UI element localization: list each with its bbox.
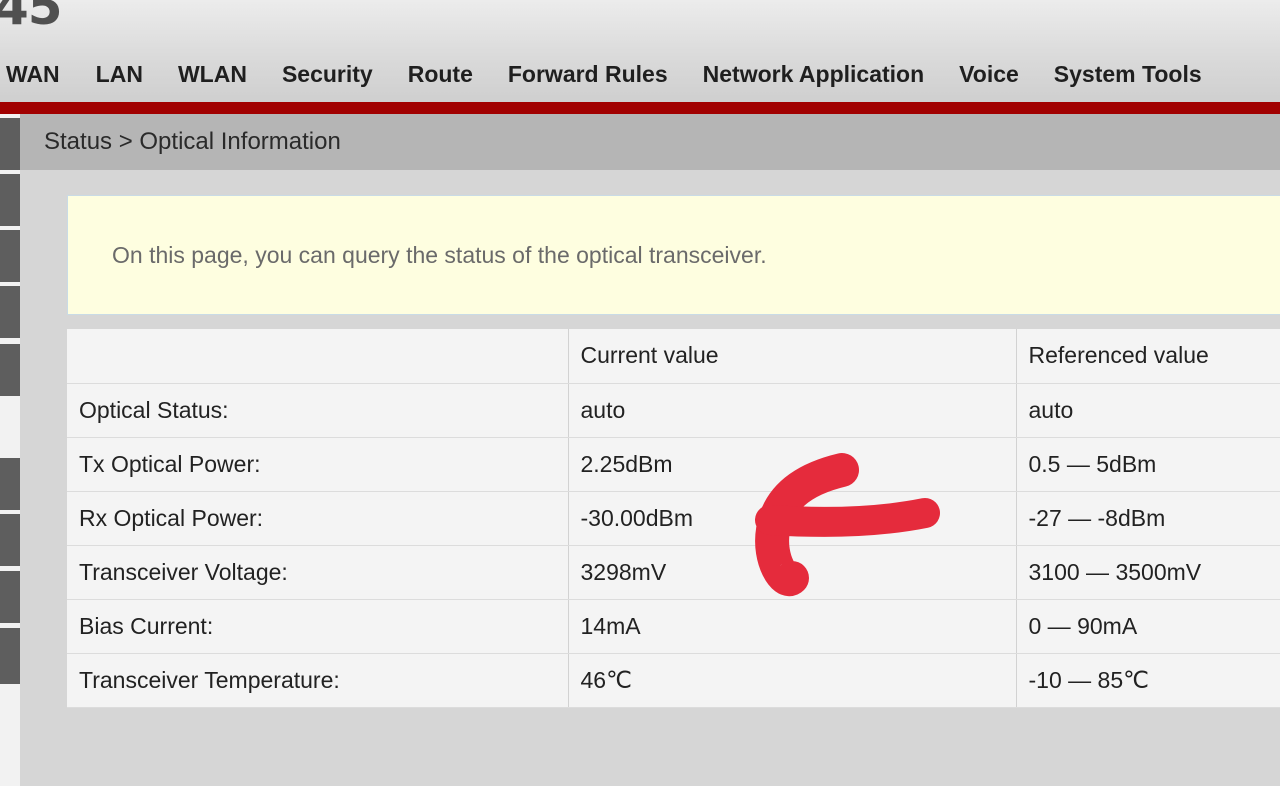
sidebar-tab[interactable] (0, 118, 20, 170)
table-row: Bias Current: 14mA 0 — 90mA (67, 599, 1280, 654)
nav-wan[interactable]: WAN (6, 61, 60, 88)
main-content: On this page, you can query the status o… (20, 170, 1280, 786)
sidebar-tab[interactable] (0, 174, 20, 226)
header-current-value: Current value (567, 329, 1016, 384)
sidebar-tab[interactable] (0, 344, 20, 396)
nav-lan[interactable]: LAN (96, 61, 143, 88)
optical-info-table: Current value Referenced value Optical S… (67, 329, 1280, 708)
row-label: Optical Status: (67, 383, 568, 438)
nav-voice[interactable]: Voice (959, 61, 1019, 88)
row-label: Rx Optical Power: (67, 491, 568, 546)
row-current-value: 14mA (567, 599, 1016, 654)
nav-route[interactable]: Route (408, 61, 473, 88)
table-row: Transceiver Temperature: 46℃ -10 — 85℃ (67, 653, 1280, 708)
sidebar-tab[interactable] (0, 628, 20, 684)
nav-wlan[interactable]: WLAN (178, 61, 247, 88)
nav-system-tools[interactable]: System Tools (1054, 61, 1202, 88)
notice-text: On this page, you can query the status o… (112, 242, 767, 268)
table-row: Optical Status: auto auto (67, 383, 1280, 438)
row-referenced-value: 3100 — 3500mV (1015, 545, 1280, 600)
row-referenced-value: 0.5 — 5dBm (1015, 437, 1280, 492)
sidebar (0, 114, 20, 786)
model-name: 45 (0, 0, 63, 36)
row-referenced-value: -10 — 85℃ (1015, 653, 1280, 708)
row-current-value: 46℃ (567, 653, 1016, 708)
top-header: 45 WAN LAN WLAN Security Route Forward R… (0, 0, 1280, 102)
sidebar-tab[interactable] (0, 571, 20, 623)
header-cell-blank (67, 329, 568, 384)
header-referenced-value: Referenced value (1015, 329, 1280, 384)
row-current-value: 3298mV (567, 545, 1016, 600)
table-row: Rx Optical Power: -30.00dBm -27 — -8dBm (67, 491, 1280, 546)
row-referenced-value: auto (1015, 383, 1280, 438)
main-nav: WAN LAN WLAN Security Route Forward Rule… (0, 58, 1202, 90)
row-referenced-value: -27 — -8dBm (1015, 491, 1280, 546)
row-label: Transceiver Temperature: (67, 653, 568, 708)
nav-network-application[interactable]: Network Application (703, 61, 925, 88)
sidebar-tab[interactable] (0, 230, 20, 282)
table-row: Transceiver Voltage: 3298mV 3100 — 3500m… (67, 545, 1280, 600)
row-current-value: auto (567, 383, 1016, 438)
row-referenced-value: 0 — 90mA (1015, 599, 1280, 654)
breadcrumb-bar: Status > Optical Information (20, 114, 1280, 170)
row-current-value: 2.25dBm (567, 437, 1016, 492)
row-label: Tx Optical Power: (67, 437, 568, 492)
table-row: Tx Optical Power: 2.25dBm 0.5 — 5dBm (67, 437, 1280, 492)
breadcrumb: Status > Optical Information (44, 128, 341, 155)
row-label: Bias Current: (67, 599, 568, 654)
sidebar-tab[interactable] (0, 458, 20, 510)
nav-security[interactable]: Security (282, 61, 373, 88)
row-current-value: -30.00dBm (567, 491, 1016, 546)
accent-bar (0, 102, 1280, 114)
sidebar-tab[interactable] (0, 286, 20, 338)
nav-forward-rules[interactable]: Forward Rules (508, 61, 668, 88)
sidebar-tab[interactable] (0, 514, 20, 566)
table-header-row: Current value Referenced value (67, 329, 1280, 384)
info-notice: On this page, you can query the status o… (67, 195, 1280, 315)
row-label: Transceiver Voltage: (67, 545, 568, 600)
